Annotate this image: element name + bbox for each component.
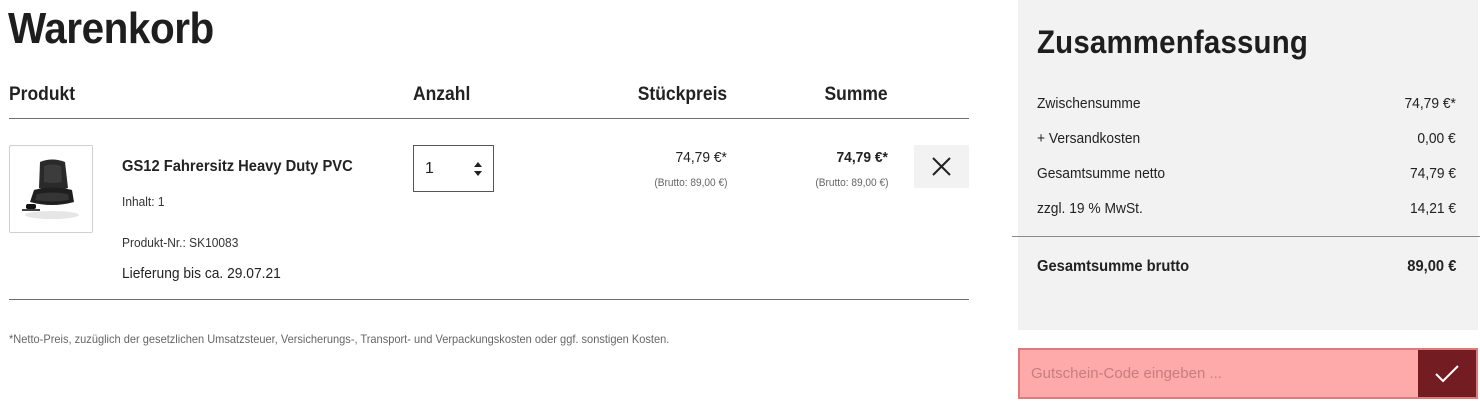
column-header-quantity: Anzahl xyxy=(413,84,471,105)
summary-net-total: Gesamtsumme netto 74,79 € xyxy=(1037,165,1456,187)
summary-line-label: Gesamtsumme netto xyxy=(1037,165,1166,182)
summary-line-value: 74,79 €* xyxy=(1404,95,1456,112)
seat-thumbnail-icon xyxy=(22,159,79,219)
checkmark-icon xyxy=(1435,365,1459,383)
summary-line-value: 0,00 € xyxy=(1417,130,1456,147)
line-sum: 74,79 €* xyxy=(836,149,888,166)
summary-divider xyxy=(1012,236,1480,237)
product-number: Produkt-Nr.: SK10083 xyxy=(122,235,239,250)
delivery-date: Lieferung bis ca. 29.07.21 xyxy=(122,265,281,282)
unit-price: 74,79 €* xyxy=(675,149,727,166)
product-image[interactable] xyxy=(9,145,93,233)
quantity-select[interactable]: 1 xyxy=(413,145,494,192)
cart-line-item: GS12 Fahrersitz Heavy Duty PVC Inhalt: 1… xyxy=(9,119,969,300)
cart-table-header: Produkt Anzahl Stückpreis Summe xyxy=(9,84,969,119)
page-title: Warenkorb xyxy=(8,4,214,53)
sort-arrows-icon xyxy=(474,162,482,176)
product-name[interactable]: GS12 Fahrersitz Heavy Duty PVC xyxy=(122,158,353,176)
summary-title: Zusammenfassung xyxy=(1037,24,1309,60)
quantity-value: 1 xyxy=(425,160,434,177)
product-content: Inhalt: 1 xyxy=(122,194,165,209)
gross-total-value: 89,00 € xyxy=(1406,258,1456,275)
voucher-code-input[interactable] xyxy=(1020,350,1416,397)
line-sum-brutto: (Brutto: 89,00 €) xyxy=(814,177,888,189)
summary-line-value: 14,21 € xyxy=(1409,200,1456,217)
voucher-form xyxy=(1018,348,1478,399)
column-header-sum: Summe xyxy=(824,84,888,105)
summary-subtotal: Zwischensumme 74,79 €* xyxy=(1037,95,1456,117)
column-header-unit-price: Stückpreis xyxy=(637,84,727,105)
close-icon xyxy=(932,157,951,176)
summary-shipping: + Versandkosten 0,00 € xyxy=(1037,130,1456,152)
summary-vat: zzgl. 19 % MwSt. 14,21 € xyxy=(1037,200,1456,222)
summary-line-value: 74,79 € xyxy=(1409,165,1456,182)
gross-total-label: Gesamtsumme brutto xyxy=(1037,258,1190,275)
summary-line-label: + Versandkosten xyxy=(1037,130,1141,147)
column-header-product: Produkt xyxy=(9,84,76,105)
unit-price-brutto: (Brutto: 89,00 €) xyxy=(653,177,727,189)
price-footnote: *Netto-Preis, zuzüglich der gesetzlichen… xyxy=(9,332,670,346)
voucher-submit-button[interactable] xyxy=(1418,350,1476,397)
remove-item-button[interactable] xyxy=(914,145,969,188)
order-summary: Zusammenfassung Zwischensumme 74,79 €* +… xyxy=(1012,0,1480,330)
summary-line-label: zzgl. 19 % MwSt. xyxy=(1037,200,1143,217)
summary-line-label: Zwischensumme xyxy=(1037,95,1141,112)
